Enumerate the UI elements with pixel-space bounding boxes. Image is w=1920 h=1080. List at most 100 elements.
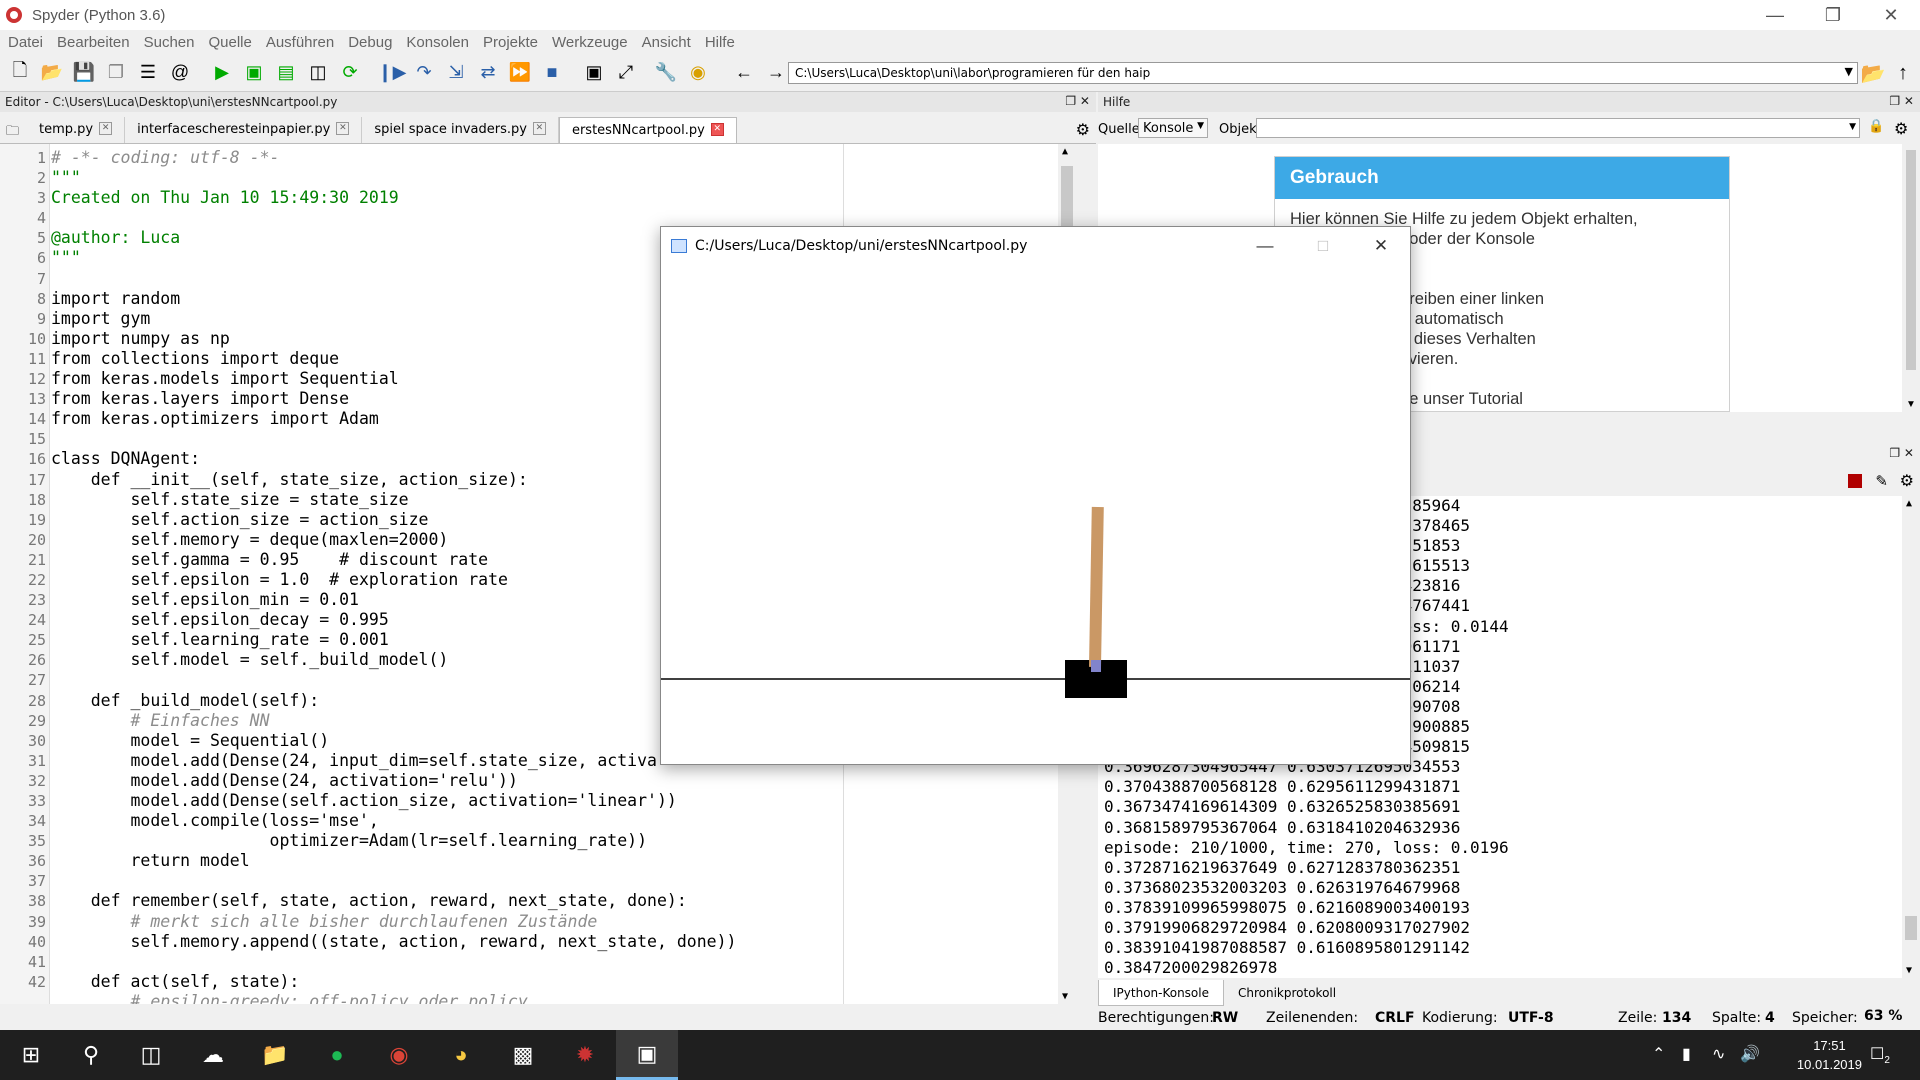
close-tab-icon[interactable]: ✕ — [99, 122, 113, 135]
code-line: 39 # merkt sich alle bisher durchlaufene… — [0, 912, 1076, 932]
spotify-icon[interactable]: ● — [306, 1030, 368, 1080]
browse-tabs-icon[interactable]: 🗀 — [0, 117, 27, 143]
preferences-icon[interactable]: 🔧 — [654, 61, 678, 85]
parent-directory-icon[interactable]: ↑ — [1890, 60, 1916, 86]
file-explorer-icon[interactable]: 📁 — [244, 1030, 306, 1080]
tab-spiel-space-invaders[interactable]: spiel space invaders.py ✕ — [362, 117, 559, 143]
search-icon[interactable]: ⚲ — [60, 1030, 122, 1080]
close-tab-icon[interactable]: ✕ — [336, 122, 350, 135]
gear-icon[interactable]: ⚙ — [1076, 120, 1090, 140]
maximize-pane-icon[interactable]: ▣ — [582, 61, 606, 85]
chevron-down-icon[interactable]: ▼ — [1849, 122, 1856, 132]
pane-controls[interactable]: ❐ ✕ — [1065, 94, 1090, 108]
forward-icon[interactable]: → — [764, 61, 788, 85]
tab-ipython-console[interactable]: IPython-Konsole — [1098, 980, 1224, 1006]
stop-debug-icon[interactable]: ■ — [540, 61, 564, 85]
stop-kernel-icon[interactable] — [1848, 474, 1862, 488]
chrome-icon[interactable]: ◉ — [368, 1030, 430, 1080]
close-tab-icon[interactable]: ✕ — [532, 122, 546, 135]
wifi-icon[interactable]: ∿ — [1712, 1044, 1725, 1064]
console-line: 0.3673474169614309 0.6326525830385691 — [1104, 797, 1461, 817]
menu-debug[interactable]: Debug — [348, 34, 392, 51]
close-button[interactable]: ✕ — [1352, 227, 1410, 265]
scroll-thumb[interactable] — [1905, 916, 1917, 940]
gear-icon[interactable]: ⚙ — [1900, 471, 1914, 491]
chevron-down-icon[interactable]: ▼ — [1845, 65, 1853, 78]
app-icon[interactable]: ☁ — [182, 1030, 244, 1080]
maximize-button[interactable]: □ — [1294, 227, 1352, 265]
object-input[interactable]: ▼ — [1256, 118, 1860, 138]
pane-controls[interactable]: ❐ ✕ — [1889, 446, 1914, 460]
tab-history-log[interactable]: Chronikprotokoll — [1224, 980, 1350, 1006]
run-selection-icon[interactable]: ◫ — [306, 61, 330, 85]
line-number: 6 — [36, 249, 46, 268]
scroll-up-icon[interactable]: ▲ — [1906, 498, 1912, 509]
at-icon[interactable]: @ — [168, 61, 192, 85]
minimize-button[interactable]: — — [1236, 227, 1294, 265]
cartpole-window[interactable]: C:/Users/Luca/Desktop/uni/erstesNNcartpo… — [660, 226, 1411, 765]
gear-icon[interactable]: ⚙ — [1894, 119, 1908, 138]
menu-ausfuehren[interactable]: Ausführen — [266, 34, 334, 51]
terminal-icon[interactable]: ▩ — [492, 1030, 554, 1080]
lock-icon[interactable]: 🔒 — [1868, 119, 1884, 134]
chevron-up-icon[interactable]: ⌃ — [1652, 1044, 1665, 1064]
save-icon[interactable]: 💾 — [72, 61, 96, 85]
minimize-button[interactable]: — — [1746, 0, 1804, 30]
debug-icon[interactable]: ❙▶ — [378, 61, 407, 85]
new-file-icon[interactable]: 🗋 — [8, 60, 32, 85]
list-icon[interactable]: ☰ — [136, 61, 160, 85]
line-code: """ — [51, 168, 81, 188]
spyder-taskbar-icon[interactable]: ✹ — [554, 1030, 616, 1080]
eraser-icon[interactable]: ✎ — [1875, 472, 1888, 490]
run-cell-icon[interactable]: ▣ — [242, 61, 266, 85]
step-return-icon[interactable]: ⇄ — [476, 61, 500, 85]
menu-projekte[interactable]: Projekte — [483, 34, 538, 51]
tab-erstesnncartpool[interactable]: erstesNNcartpool.py ✕ — [558, 117, 737, 143]
run-icon[interactable]: ▶ — [210, 61, 234, 85]
scroll-thumb[interactable] — [1906, 150, 1916, 370]
notification-icon[interactable]: ☐2 — [1870, 1044, 1890, 1066]
start-windows-icon[interactable]: ⊞ — [0, 1030, 62, 1080]
step-into-icon[interactable]: ⇲ — [444, 61, 468, 85]
rerun-icon[interactable]: ⟳ — [338, 61, 362, 85]
continue-icon[interactable]: ⏩ — [508, 61, 532, 85]
battery-icon[interactable]: ▮ — [1682, 1044, 1691, 1064]
python-path-icon[interactable]: ◉ — [686, 61, 710, 85]
scroll-down-icon[interactable]: ▼ — [1906, 965, 1912, 976]
menu-bearbeiten[interactable]: Bearbeiten — [57, 34, 130, 51]
tab-temp[interactable]: temp.py ✕ — [27, 117, 126, 143]
scroll-thumb[interactable] — [1061, 166, 1073, 226]
menu-werkzeuge[interactable]: Werkzeuge — [552, 34, 628, 51]
scroll-up-icon[interactable]: ▲ — [1062, 146, 1068, 157]
save-all-icon[interactable]: ❐ — [104, 61, 128, 85]
menu-suchen[interactable]: Suchen — [144, 34, 195, 51]
close-tab-icon[interactable]: ✕ — [710, 123, 724, 136]
anaconda-navigator-icon[interactable]: ◕ — [430, 1030, 492, 1080]
source-select[interactable]: Konsole ▼ — [1138, 118, 1208, 138]
menu-ansicht[interactable]: Ansicht — [642, 34, 691, 51]
column-value: 4 — [1765, 1010, 1775, 1026]
fullscreen-icon[interactable]: ⤢ — [614, 61, 638, 85]
scroll-down-icon[interactable]: ▼ — [1906, 399, 1916, 410]
clock[interactable]: 17:51 10.01.2019 — [1797, 1036, 1862, 1074]
menu-datei[interactable]: Datei — [8, 34, 43, 51]
menu-quelle[interactable]: Quelle — [208, 34, 251, 51]
open-file-icon[interactable]: 📂 — [40, 61, 64, 85]
tab-interfacescheresteinpapier[interactable]: interfacescheresteinpapier.py ✕ — [125, 117, 363, 143]
python-window-taskbar-icon[interactable]: ▣ — [616, 1030, 678, 1080]
pane-controls[interactable]: ❐ ✕ — [1889, 94, 1914, 108]
back-icon[interactable]: ← — [732, 61, 756, 85]
task-view-icon[interactable]: ◫ — [120, 1030, 182, 1080]
run-cell-advance-icon[interactable]: ▤ — [274, 61, 298, 85]
working-directory-input[interactable]: C:\Users\Luca\Desktop\uni\labor\programi… — [788, 62, 1858, 84]
restore-button[interactable]: ❐ — [1804, 0, 1862, 30]
help-scrollbar[interactable]: ▼ — [1902, 144, 1920, 412]
console-scrollbar[interactable]: ▲ ▼ — [1902, 496, 1920, 978]
menu-hilfe[interactable]: Hilfe — [705, 34, 735, 51]
browse-folder-icon[interactable]: 📂 — [1860, 60, 1886, 86]
scroll-down-icon[interactable]: ▼ — [1062, 991, 1068, 1002]
volume-icon[interactable]: 🔊 — [1740, 1044, 1760, 1064]
close-button[interactable]: ✕ — [1862, 0, 1920, 30]
menu-konsolen[interactable]: Konsolen — [406, 34, 469, 51]
step-icon[interactable]: ↷ — [412, 61, 436, 85]
